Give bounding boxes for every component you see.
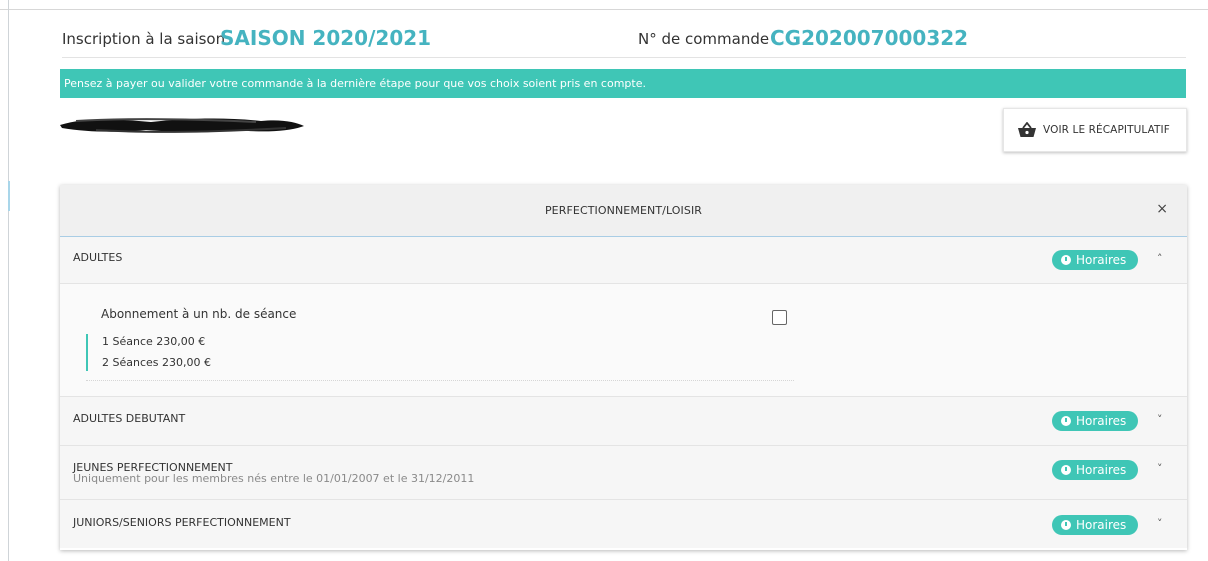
- close-icon[interactable]: ×: [1156, 201, 1168, 217]
- clock-icon: [1061, 255, 1071, 265]
- basket-icon: [1018, 122, 1036, 137]
- banner-text: Pensez à payer ou valider votre commande…: [64, 77, 646, 90]
- redacted-member-name: [60, 118, 304, 133]
- option-divider: [86, 380, 794, 381]
- top-divider: [0, 9, 1208, 10]
- order-number-value: CG202007000322: [770, 26, 969, 50]
- schedule-label: Horaires: [1076, 463, 1127, 477]
- panel-header: PERFECTIONNEMENT/LOISIR ×: [60, 185, 1187, 237]
- view-summary-button[interactable]: VOIR LE RÉCAPITULATIF: [1003, 108, 1187, 152]
- clock-icon: [1061, 520, 1071, 530]
- schedule-button[interactable]: Horaires: [1052, 411, 1138, 431]
- section-title: JUNIORS/SENIORS PERFECTIONNEMENT: [73, 516, 291, 529]
- section-adultes[interactable]: ADULTES Horaires ˄: [60, 237, 1187, 284]
- schedule-label: Horaires: [1076, 518, 1127, 532]
- order-header: Inscription à la saison SAISON 2020/2021…: [62, 22, 1186, 58]
- price-line-1: 1 Séance 230,00 €: [102, 335, 206, 348]
- section-juniors-seniors-perfectionnement[interactable]: JUNIORS/SENIORS PERFECTIONNEMENT Horaire…: [60, 500, 1187, 548]
- schedule-button[interactable]: Horaires: [1052, 515, 1138, 535]
- left-border: [8, 0, 9, 561]
- section-subtitle: Uniquement pour les membres nés entre le…: [73, 472, 475, 485]
- view-summary-label: VOIR LE RÉCAPITULATIF: [1043, 124, 1170, 136]
- schedule-label: Horaires: [1076, 414, 1127, 428]
- section-adultes-details: Abonnement à un nb. de séance 1 Séance 2…: [60, 284, 1187, 397]
- schedule-label: Horaires: [1076, 253, 1127, 267]
- price-line-2: 2 Séances 230,00 €: [102, 356, 211, 369]
- section-title: ADULTES: [73, 251, 123, 264]
- left-scroll-marker: [8, 181, 10, 211]
- chevron-down-icon[interactable]: ˅: [1157, 413, 1163, 426]
- chevron-down-icon[interactable]: ˅: [1157, 462, 1163, 475]
- activity-panel: PERFECTIONNEMENT/LOISIR × ADULTES Horair…: [60, 185, 1187, 550]
- section-title: ADULTES DEBUTANT: [73, 412, 186, 425]
- payment-reminder-banner: Pensez à payer ou valider votre commande…: [60, 69, 1186, 98]
- order-number-label: N° de commande: [638, 30, 770, 48]
- season-value: SAISON 2020/2021: [220, 26, 432, 50]
- panel-title: PERFECTIONNEMENT/LOISIR: [544, 204, 703, 217]
- schedule-button[interactable]: Horaires: [1052, 460, 1138, 480]
- chevron-down-icon[interactable]: ˅: [1157, 517, 1163, 530]
- price-list-marker: [86, 334, 88, 371]
- option-title: Abonnement à un nb. de séance: [101, 307, 297, 321]
- clock-icon: [1061, 465, 1071, 475]
- schedule-button[interactable]: Horaires: [1052, 250, 1138, 270]
- chevron-up-icon[interactable]: ˄: [1157, 252, 1163, 265]
- section-jeunes-perfectionnement[interactable]: JEUNES PERFECTIONNEMENT Uniquement pour …: [60, 446, 1187, 500]
- section-adultes-debutant[interactable]: ADULTES DEBUTANT Horaires ˅: [60, 397, 1187, 446]
- option-checkbox[interactable]: [772, 310, 787, 325]
- season-label: Inscription à la saison: [62, 30, 226, 48]
- clock-icon: [1061, 416, 1071, 426]
